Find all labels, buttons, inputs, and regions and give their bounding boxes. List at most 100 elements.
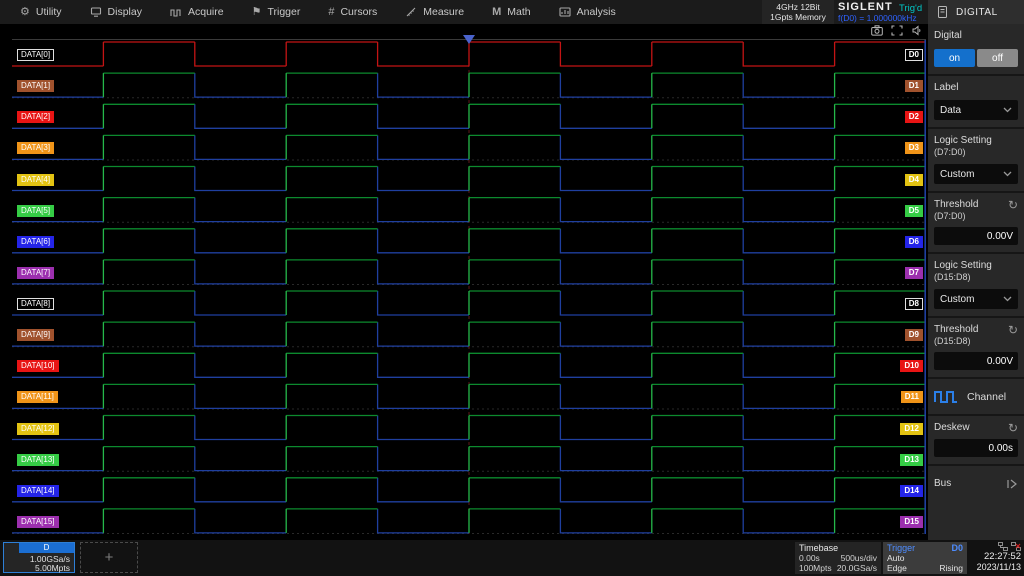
trigger-panel[interactable]: Trigger D0 Auto Edge Rising	[883, 542, 967, 574]
channel-badge-d2[interactable]: D2	[905, 111, 923, 123]
menu-math[interactable]: M Math	[478, 0, 545, 24]
threshold-d7d0-reset-icon[interactable]: ↻	[1008, 199, 1018, 211]
channel-label-d4[interactable]: DATA[4]	[17, 174, 54, 186]
fullscreen-icon[interactable]	[891, 25, 903, 36]
threshold-d15d8-title: Threshold	[934, 324, 978, 336]
logic-d15d8-range: (D15:D8)	[934, 272, 1018, 283]
digital-on-button[interactable]: on	[934, 49, 975, 67]
bandwidth-spec: 4GHz 12Bit	[776, 2, 819, 12]
logic-d7d0-title: Logic Setting	[934, 135, 1018, 147]
bus-menu-item[interactable]: Bus	[928, 466, 1024, 502]
analysis-chart-icon	[559, 6, 571, 18]
channel-badge-d12[interactable]: D12	[900, 423, 923, 435]
digital-off-button[interactable]: off	[977, 49, 1018, 67]
digital-onoff-section: Digital on off	[928, 24, 1024, 76]
clock-block: 22:27:52 2023/11/13	[967, 542, 1021, 574]
monitor-icon	[90, 6, 102, 18]
menu-display[interactable]: Display	[76, 0, 156, 24]
channel-label-d5[interactable]: DATA[5]	[17, 205, 54, 217]
channel-label-d9[interactable]: DATA[9]	[17, 329, 54, 341]
threshold-d15d8-section: Threshold (D15:D8) ↻ 0.00V	[928, 318, 1024, 379]
add-channel-button[interactable]: +	[80, 542, 138, 573]
channel-label-d13[interactable]: DATA[13]	[17, 454, 59, 466]
channel-badge-d9[interactable]: D9	[905, 329, 923, 341]
channel-badge-d6[interactable]: D6	[905, 236, 923, 248]
timebase-title: Timebase	[799, 543, 877, 553]
digital-onoff-toggle: on off	[934, 49, 1018, 67]
menu-trigger[interactable]: ⚑ Trigger	[238, 0, 315, 24]
deskew-input[interactable]: 0.00s	[934, 439, 1018, 457]
oscilloscope-screen: ⚙ Utility Display Acquire ⚑ Trigger #	[0, 0, 1024, 576]
trigger-mode: Auto	[887, 553, 905, 563]
logic-d15d8-dropdown[interactable]: Custom	[934, 289, 1018, 309]
channel-label-d11[interactable]: DATA[11]	[17, 391, 58, 403]
camera-icon[interactable]	[871, 25, 883, 36]
channel-label-d3[interactable]: DATA[3]	[17, 142, 54, 154]
channel-label-d15[interactable]: DATA[15]	[17, 516, 59, 528]
channel-badge-d3[interactable]: D3	[905, 142, 923, 154]
label-section: Label Data	[928, 76, 1024, 129]
trigger-status: Trig'd	[899, 3, 922, 14]
menu-analysis[interactable]: Analysis	[545, 0, 630, 24]
logic-d7d0-range: (D7:D0)	[934, 147, 1018, 158]
channel-badge-d7[interactable]: D7	[905, 267, 923, 279]
threshold-d7d0-range: (D7:D0)	[934, 211, 978, 222]
display-corner-toolbar	[871, 25, 922, 36]
channel-badge-d0[interactable]: D0	[905, 49, 923, 61]
channel-label-d2[interactable]: DATA[2]	[17, 111, 54, 123]
menu-cursors-label: Cursors	[340, 6, 377, 18]
trigger-type: Edge	[887, 563, 907, 573]
channel-label-d14[interactable]: DATA[14]	[17, 485, 59, 497]
deskew-section: Deskew ↻ 0.00s	[928, 416, 1024, 466]
trigger-source: D0	[951, 543, 963, 553]
channel-label-d8[interactable]: DATA[8]	[17, 298, 54, 310]
digital-group-descriptor[interactable]: D 1.00GSa/s 5.00Mpts	[3, 542, 75, 573]
trigger-position-marker[interactable]	[463, 35, 475, 44]
channel-badge-d13[interactable]: D13	[900, 454, 923, 466]
timebase-panel[interactable]: Timebase 0.00s 500us/div 100Mpts 20.0GSa…	[795, 542, 881, 574]
plus-icon: +	[105, 549, 114, 566]
memory-spec: 1Gpts Memory	[770, 12, 826, 22]
channel-label-d6[interactable]: DATA[6]	[17, 236, 54, 248]
threshold-d15d8-reset-icon[interactable]: ↻	[1008, 324, 1018, 336]
channel-badge-d4[interactable]: D4	[905, 174, 923, 186]
digital-group-name: D	[44, 544, 50, 552]
channel-label-d0[interactable]: DATA[0]	[17, 49, 54, 61]
threshold-d15d8-input[interactable]: 0.00V	[934, 352, 1018, 370]
digital-memory-depth: 5.00Mpts	[35, 563, 70, 573]
channel-badge-d5[interactable]: D5	[905, 205, 923, 217]
channel-label-d7[interactable]: DATA[7]	[17, 267, 54, 279]
channel-label-d1[interactable]: DATA[1]	[17, 80, 54, 92]
channel-menu-label: Channel	[967, 391, 1006, 403]
logic-d15d8-title: Logic Setting	[934, 260, 1018, 272]
menu-cursors[interactable]: # Cursors	[314, 0, 391, 24]
chevron-down-icon	[1003, 107, 1012, 113]
channel-badge-d14[interactable]: D14	[900, 485, 923, 497]
threshold-d7d0-input[interactable]: 0.00V	[934, 227, 1018, 245]
channel-menu-item[interactable]: Channel	[928, 379, 1024, 416]
sidebar-title: DIGITAL	[956, 7, 998, 18]
label-dropdown[interactable]: Data	[934, 100, 1018, 120]
channel-badge-d15[interactable]: D15	[900, 516, 923, 528]
lan-icon[interactable]	[998, 542, 1008, 551]
channel-badge-d11[interactable]: D11	[901, 391, 923, 403]
channel-badge-d10[interactable]: D10	[900, 360, 923, 372]
sound-icon[interactable]	[911, 25, 922, 36]
menu-acquire[interactable]: Acquire	[156, 0, 238, 24]
menu-display-label: Display	[108, 6, 142, 18]
deskew-reset-icon[interactable]: ↻	[1008, 422, 1018, 434]
lan-disconnected-icon[interactable]	[1011, 542, 1021, 551]
logic-d7d0-dropdown[interactable]: Custom	[934, 164, 1018, 184]
channel-badge-d1[interactable]: D1	[905, 80, 923, 92]
channel-label-d10[interactable]: DATA[10]	[17, 360, 59, 372]
waveform-display: DATA[0] D0 DATA[1] D1 DATA[2] D2 DATA[3] D3 DATA…	[0, 24, 928, 540]
menu-utility[interactable]: ⚙ Utility	[6, 0, 76, 24]
clock-time: 22:27:52	[967, 551, 1021, 562]
logic-setting-d7d0-section: Logic Setting (D7:D0) Custom	[928, 129, 1024, 193]
threshold-d7d0-section: Threshold (D7:D0) ↻ 0.00V	[928, 193, 1024, 254]
channel-label-d12[interactable]: DATA[12]	[17, 423, 59, 435]
channel-badge-d8[interactable]: D8	[905, 298, 923, 310]
menu-measure[interactable]: Measure	[391, 0, 478, 24]
chevron-down-icon	[1003, 296, 1012, 302]
timebase-scale: 500us/div	[841, 553, 877, 563]
